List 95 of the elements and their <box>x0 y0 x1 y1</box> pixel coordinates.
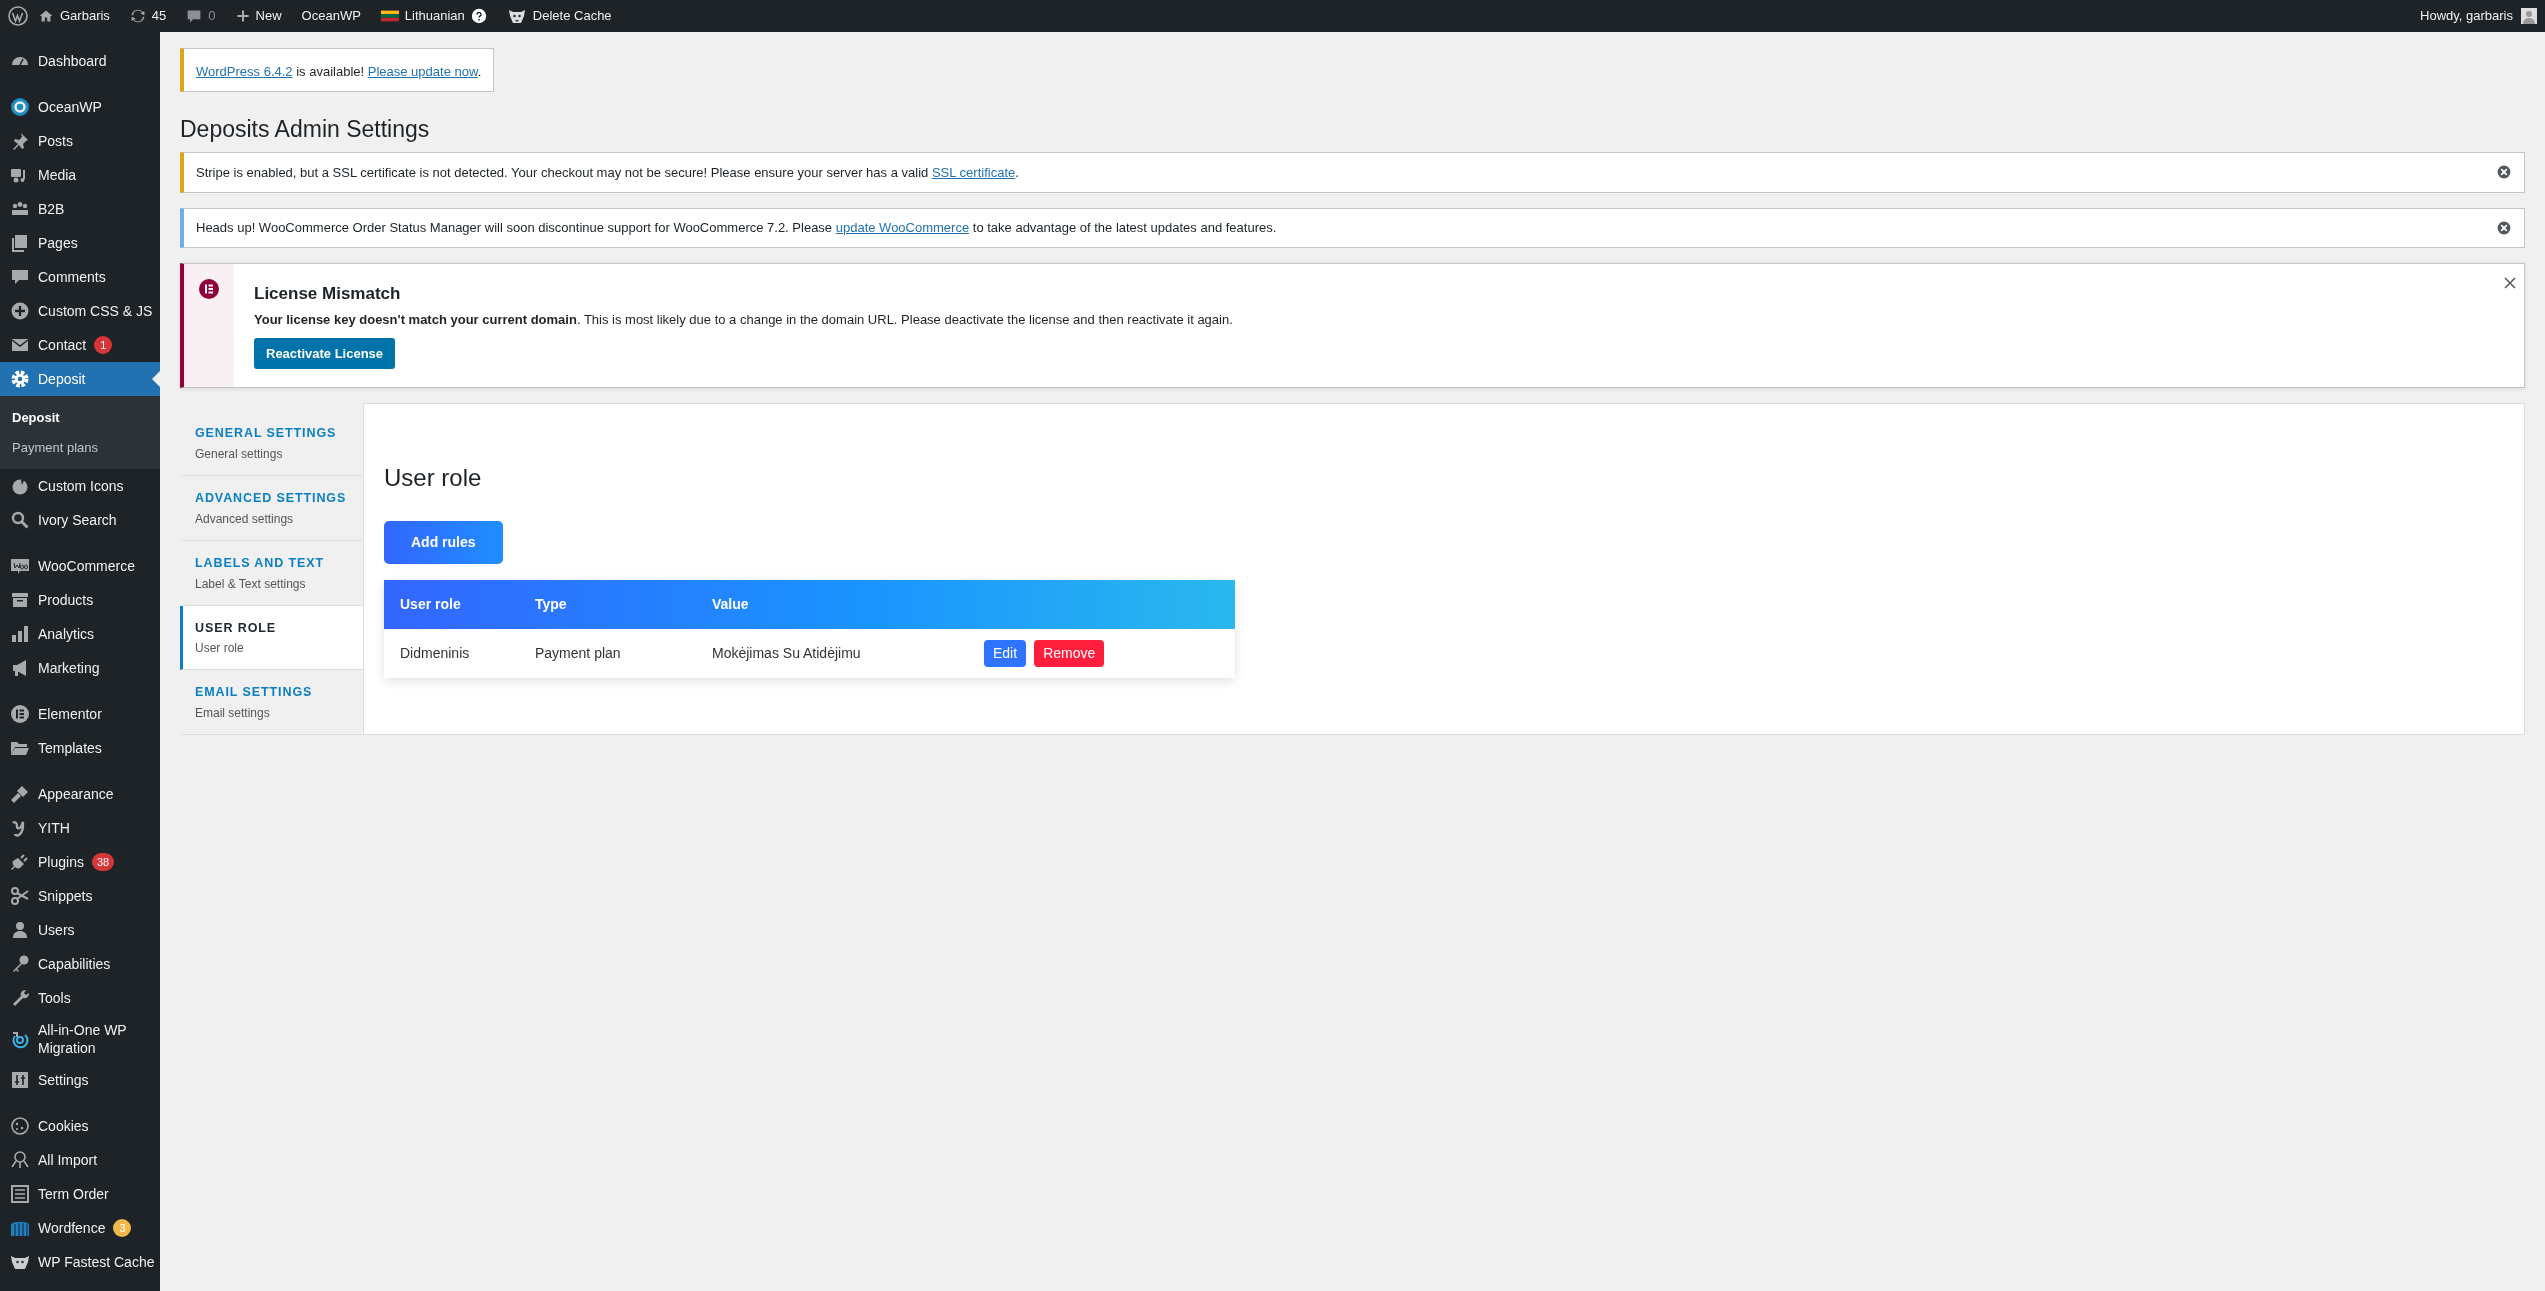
plug-icon <box>10 852 30 872</box>
close-icon[interactable] <box>2504 276 2516 289</box>
pages-icon <box>10 233 30 253</box>
sidebar-item[interactable]: Wordfence 3 <box>0 1211 160 1245</box>
sidebar-item[interactable]: Ivory Search <box>0 503 160 537</box>
home-icon <box>38 8 54 24</box>
table-cell: Mokėjimas Su Atidėjimu <box>712 645 861 662</box>
sidebar-item[interactable]: Media <box>0 158 160 192</box>
menu-label[interactable]: Delete Cache <box>532 6 612 26</box>
person-icon <box>10 920 30 940</box>
column-header: Value <box>712 596 749 613</box>
plus-circle-icon <box>10 301 30 321</box>
sidebar-item[interactable]: All-in-One WP Migration <box>0 1015 160 1063</box>
table-cell: Didmeninis <box>400 645 470 662</box>
submenu-item[interactable]: Payment plans <box>0 432 160 462</box>
link[interactable]: update WooCommerce <box>835 220 970 236</box>
count-badge: 38 <box>91 853 115 871</box>
speech-bubble-icon <box>10 267 30 287</box>
ring-icon <box>10 97 30 117</box>
paintbrush-icon <box>10 784 30 804</box>
leaf-circle-icon <box>10 476 30 496</box>
menu-link[interactable]: OceanWP <box>291 0 371 32</box>
column-header: User role <box>400 596 461 613</box>
column-header: Type <box>535 596 567 613</box>
notice-text: Heads up! WooCommerce Order Status Manager will soon discontinue support for WooCommerce 7.2. Please update WooCommerce to take advantage of the latest updates and features. <box>196 219 1278 238</box>
sidebar-item[interactable]: WP Fastest Cache <box>0 1245 160 1279</box>
sidebar-item[interactable]: Appearance <box>0 777 160 811</box>
search-icon <box>10 510 30 530</box>
count-badge: 1 <box>94 336 113 354</box>
sidebar-item[interactable]: Settings <box>0 1063 160 1097</box>
sidebar-item[interactable]: Custom Icons <box>0 469 160 503</box>
reactivate-license-button[interactable]: Reactivate License <box>254 338 396 370</box>
menu-label[interactable]: New <box>255 6 282 26</box>
sidebar-item[interactable]: Analytics <box>0 617 160 651</box>
woo-bubble-icon <box>10 556 30 576</box>
sidebar-item[interactable]: Comments <box>0 260 160 294</box>
sidebar-item[interactable]: Posts <box>0 124 160 158</box>
sidebar-item[interactable]: Products <box>0 583 160 617</box>
sidebar-item[interactable]: B2B <box>0 192 160 226</box>
sidebar-item[interactable]: WooCommerce <box>0 549 160 583</box>
menu-label[interactable]: 45 <box>151 6 167 26</box>
menu-label[interactable]: Lithuanian <box>404 6 465 26</box>
count-badge: 3 <box>113 1219 132 1237</box>
sidebar-item[interactable]: Capabilities <box>0 947 160 981</box>
sidebar-item[interactable]: Custom CSS & JS <box>0 294 160 328</box>
sidebar-item[interactable]: Plugins 38 <box>0 845 160 879</box>
refresh-icon <box>129 8 146 24</box>
gear-icon <box>10 369 30 389</box>
sidebar-item[interactable]: Snippets <box>0 879 160 913</box>
sidebar-item[interactable]: Cookies <box>0 1109 160 1143</box>
sidebar-item[interactable]: Elementor <box>0 697 160 731</box>
sliders-icon <box>10 1070 30 1090</box>
plus-icon <box>235 9 250 23</box>
dismiss-icon[interactable] <box>2496 219 2512 236</box>
page-title: Deposits Admin Settings <box>180 114 431 144</box>
edit-button[interactable]: Edit <box>984 640 1027 668</box>
elementor-logo-icon <box>199 279 219 300</box>
sidebar-item[interactable]: Tools <box>0 981 160 1015</box>
add-rules-button[interactable]: Add rules <box>384 521 503 565</box>
scissors-icon <box>10 886 30 906</box>
list-icon <box>10 1184 30 1204</box>
sidebar-item[interactable]: All Import <box>0 1143 160 1177</box>
speech-bubble-icon <box>186 8 203 24</box>
help-icon <box>470 8 487 24</box>
menu-label[interactable]: Garbaris <box>60 6 110 26</box>
account-greeting[interactable]: Howdy, garbaris <box>2420 6 2513 26</box>
notice-title: License Mismatch <box>254 284 402 305</box>
sidebar-item[interactable]: Dashboard <box>0 44 160 78</box>
submenu-item[interactable]: Deposit <box>0 403 160 433</box>
elementor-icon <box>10 704 30 724</box>
table-cell: Payment plan <box>535 645 621 662</box>
wordpress-logo-icon[interactable] <box>8 6 28 26</box>
bar-chart-icon <box>10 624 30 644</box>
circular-arrow-icon <box>10 1029 30 1049</box>
sidebar-item[interactable]: YITH <box>0 811 160 845</box>
panel-title: User role <box>384 464 483 494</box>
notice-text: Stripe is enabled, but a SSL certificate is not detected. Your checkout may not be secure! Please ensure your server has a valid SSL certificate. <box>196 163 1020 182</box>
link[interactable]: Please update now <box>367 63 478 79</box>
sidebar-item[interactable]: OceanWP <box>0 90 160 124</box>
notice-text: WordPress 6.4.2 is available! Please update now. <box>196 62 482 81</box>
archive-box-icon <box>10 590 30 610</box>
sidebar-item[interactable]: Templates <box>0 731 160 765</box>
link[interactable]: WordPress 6.4.2 <box>196 63 293 79</box>
remove-button[interactable]: Remove <box>1034 640 1105 668</box>
sidebar-item[interactable]: Contact 1 <box>0 328 160 362</box>
menu-label[interactable]: 0 <box>208 6 216 26</box>
cookie-icon <box>10 1116 30 1136</box>
sidebar-item[interactable]: Pages <box>0 226 160 260</box>
sidebar-item[interactable]: Deposit <box>0 362 160 396</box>
dismiss-icon[interactable] <box>2496 164 2512 181</box>
sidebar-item[interactable]: Marketing <box>0 651 160 685</box>
notice-message: Your license key doesn't match your current domain. This is most likely due to a change in the domain URL. Please deactivate the license and then reactivate it again. <box>254 311 1234 330</box>
settings-tab[interactable]: USER ROLE User role <box>180 605 363 671</box>
sidebar-item[interactable]: Users <box>0 913 160 947</box>
sidebar-item[interactable]: Term Order <box>0 1177 160 1211</box>
